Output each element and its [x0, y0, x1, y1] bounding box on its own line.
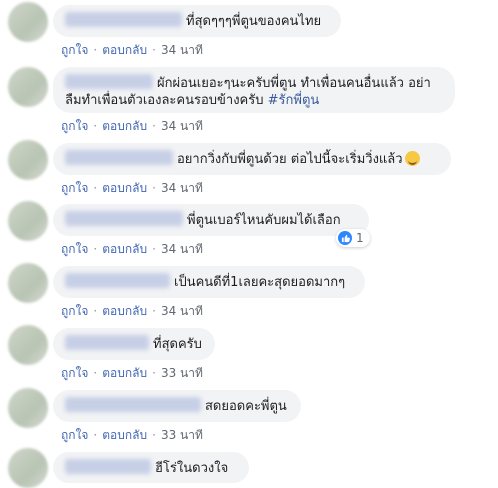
separator: ·	[93, 366, 98, 380]
comment-text: ฮีโร่ในดวงใจ	[155, 461, 229, 476]
reaction-count: 1	[356, 231, 364, 245]
commenter-name-blurred[interactable]	[65, 211, 183, 226]
comment-text: ผักผ่อนเยอะๆนะครับพี่ตูน ทำเพื่อนคนอื่นแ…	[157, 76, 431, 91]
timestamp[interactable]: 34 นาที	[161, 119, 203, 133]
comment-text: ที่สุดๆๆๆพี่ตูนของคนไทย	[186, 14, 322, 29]
like-link[interactable]: ถูกใจ	[61, 428, 88, 442]
reaction-count-badge[interactable]: 1	[336, 229, 370, 247]
separator: ·	[93, 43, 98, 57]
reply-link[interactable]: ตอบกลับ	[102, 304, 147, 318]
comment-text: สดยอดคะพี่ตูน	[205, 399, 287, 414]
comment-actions: ถูกใจ · ตอบกลับ · 34 นาที	[61, 240, 203, 259]
comment-actions: ถูกใจ · ตอบกลับ · 34 นาที	[61, 117, 203, 136]
commenter-name-blurred[interactable]	[65, 459, 151, 474]
avatar[interactable]	[8, 140, 48, 180]
avatar[interactable]	[8, 201, 48, 241]
comment-text: เป็นคนดีที่1เลยคะสุดยอดมากๆ	[174, 275, 346, 290]
commenter-name-blurred[interactable]	[65, 397, 201, 412]
separator: ·	[152, 43, 156, 57]
reply-link[interactable]: ตอบกลับ	[102, 366, 147, 380]
comment-actions: ถูกใจ · ตอบกลับ · 33 นาที	[61, 426, 203, 445]
like-link[interactable]: ถูกใจ	[61, 43, 88, 57]
avatar[interactable]	[8, 67, 48, 107]
like-link[interactable]: ถูกใจ	[61, 119, 88, 133]
comment-bubble: เป็นคนดีที่1เลยคะสุดยอดมากๆ	[53, 266, 365, 298]
avatar[interactable]	[8, 388, 48, 428]
reply-link[interactable]: ตอบกลับ	[102, 242, 147, 256]
timestamp[interactable]: 34 นาที	[161, 181, 203, 195]
commenter-name-blurred[interactable]	[65, 74, 153, 89]
comment-actions: ถูกใจ · ตอบกลับ · 34 นาที	[61, 179, 203, 198]
like-link[interactable]: ถูกใจ	[61, 181, 88, 195]
comment-text: ที่สุดครับ	[153, 337, 202, 352]
avatar[interactable]	[8, 325, 48, 365]
separator: ·	[152, 428, 156, 442]
comment-actions: ถูกใจ · ตอบกลับ · 34 นาที	[61, 302, 203, 321]
comment-bubble: อยากวิ่งกับพี่ตูนด้วย ต่อไปนี้จะเริ่มวิ่…	[53, 143, 451, 175]
timestamp[interactable]: 33 นาที	[161, 366, 203, 380]
separator: ·	[152, 242, 156, 256]
comment-text-line2: ลืมทำเพื่อนตัวเองละคนรอบข้างครับ	[65, 93, 268, 108]
commenter-name-blurred[interactable]	[65, 273, 170, 288]
avatar[interactable]	[8, 2, 48, 42]
separator: ·	[93, 428, 98, 442]
avatar[interactable]	[8, 448, 48, 488]
avatar[interactable]	[8, 263, 48, 303]
comment-text: พี่ตูนเบอร์ไหนคับผมได้เลือก	[187, 213, 341, 228]
comment-bubble: พี่ตูนเบอร์ไหนคับผมได้เลือก	[53, 204, 369, 236]
timestamp[interactable]: 34 นาที	[161, 242, 203, 256]
timestamp[interactable]: 34 นาที	[161, 43, 203, 57]
like-link[interactable]: ถูกใจ	[61, 242, 88, 256]
separator: ·	[93, 181, 98, 195]
separator: ·	[93, 119, 98, 133]
like-link[interactable]: ถูกใจ	[61, 366, 88, 380]
timestamp[interactable]: 34 นาที	[161, 304, 203, 318]
commenter-name-blurred[interactable]	[65, 335, 149, 350]
separator: ·	[93, 242, 98, 256]
separator: ·	[152, 181, 156, 195]
comment-bubble: ที่สุดๆๆๆพี่ตูนของคนไทย	[53, 5, 341, 37]
separator: ·	[152, 366, 156, 380]
reply-link[interactable]: ตอบกลับ	[102, 181, 147, 195]
comment-bubble: ฮีโร่ในดวงใจ	[53, 452, 249, 483]
reply-link[interactable]: ตอบกลับ	[102, 119, 147, 133]
separator: ·	[152, 304, 156, 318]
comment-actions: ถูกใจ · ตอบกลับ · 34 นาที	[61, 41, 203, 60]
reply-link[interactable]: ตอบกลับ	[102, 43, 147, 57]
like-link[interactable]: ถูกใจ	[61, 304, 88, 318]
grinning-emoji-icon	[404, 151, 420, 166]
comment-bubble: ที่สุดครับ	[53, 328, 215, 360]
separator: ·	[93, 304, 98, 318]
comment-bubble: ผักผ่อนเยอะๆนะครับพี่ตูน ทำเพื่อนคนอื่นแ…	[53, 67, 455, 113]
commenter-name-blurred[interactable]	[65, 150, 173, 165]
reply-link[interactable]: ตอบกลับ	[102, 428, 147, 442]
thumbs-up-icon	[338, 231, 352, 245]
timestamp[interactable]: 33 นาที	[161, 428, 203, 442]
comment-bubble: สดยอดคะพี่ตูน	[53, 390, 301, 422]
separator: ·	[152, 119, 156, 133]
commenter-name-blurred[interactable]	[65, 12, 182, 27]
comment-actions: ถูกใจ · ตอบกลับ · 33 นาที	[61, 364, 203, 383]
comment-text: อยากวิ่งกับพี่ตูนด้วย ต่อไปนี้จะเริ่มวิ่…	[177, 152, 403, 167]
hashtag-link[interactable]: #รักพี่ตูน	[268, 93, 320, 108]
